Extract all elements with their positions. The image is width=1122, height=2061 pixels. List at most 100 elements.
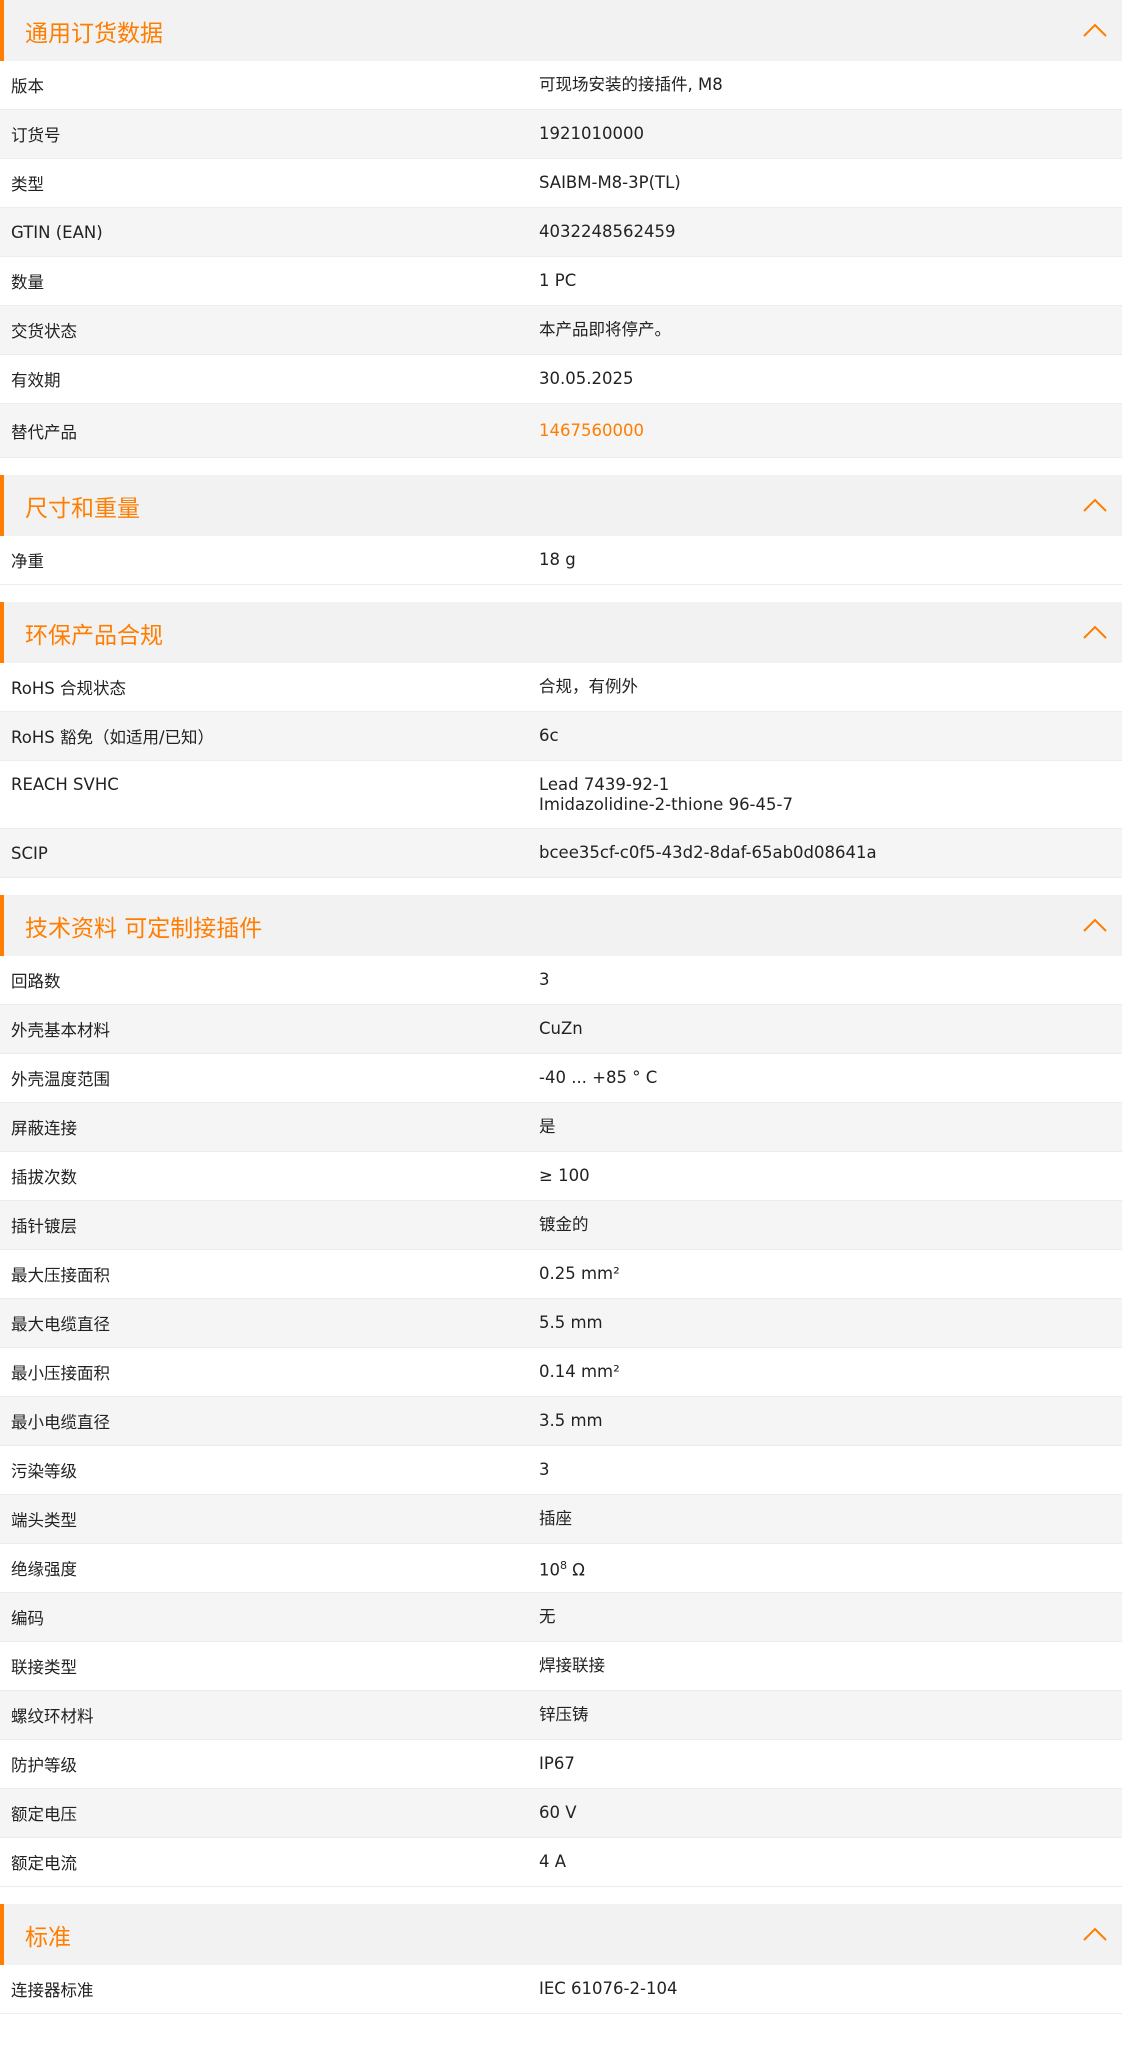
table-row: 净重 18 g bbox=[0, 536, 1122, 585]
section-header-environment[interactable]: 环保产品合规 bbox=[0, 602, 1122, 663]
table-row: 回路数 3 bbox=[0, 956, 1122, 1005]
section-technical-data: 技术资料 可定制接插件 回路数 3 外壳基本材料 CuZn 外壳温度范围 -40 ..… bbox=[0, 895, 1122, 1887]
row-value: CuZn bbox=[539, 1019, 583, 1038]
table-row: 额定电流 4 A bbox=[0, 1838, 1122, 1887]
row-label: 版本 bbox=[11, 77, 44, 96]
section-title: 尺寸和重量 bbox=[25, 495, 140, 522]
row-label: 替代产品 bbox=[11, 422, 77, 442]
row-value: 3 bbox=[539, 1460, 550, 1479]
section-title: 标准 bbox=[25, 1924, 71, 1951]
chevron-up-icon[interactable] bbox=[1082, 1921, 1108, 1947]
row-value: 锌压铸 bbox=[539, 1705, 589, 1724]
section-environmental-compliance: 环保产品合规 RoHS 合规状态 合规，有例外 RoHS 豁免（如适用/已知） 6c… bbox=[0, 602, 1122, 878]
row-label: SCIP bbox=[11, 843, 48, 863]
row-value: 0.25 mm² bbox=[539, 1264, 620, 1283]
row-label: 额定电流 bbox=[11, 1854, 77, 1873]
row-label: 插拔次数 bbox=[11, 1168, 77, 1187]
row-value: 5.5 mm bbox=[539, 1313, 603, 1332]
row-label: 端头类型 bbox=[11, 1511, 77, 1530]
table-row: 交货状态 本产品即将停产。 bbox=[0, 306, 1122, 355]
table-row: 外壳基本材料 CuZn bbox=[0, 1005, 1122, 1054]
table-row: 最小电缆直径 3.5 mm bbox=[0, 1397, 1122, 1446]
table-row: 污染等级 3 bbox=[0, 1446, 1122, 1495]
chevron-up-icon[interactable] bbox=[1082, 912, 1108, 938]
row-label: 外壳温度范围 bbox=[11, 1070, 110, 1089]
table-row: 有效期 30.05.2025 bbox=[0, 355, 1122, 404]
section-standards: 标准 连接器标准 IEC 61076-2-104 bbox=[0, 1904, 1122, 2014]
section-dimensions-weight: 尺寸和重量 净重 18 g bbox=[0, 475, 1122, 585]
table-row: RoHS 豁免（如适用/已知） 6c bbox=[0, 712, 1122, 761]
section-header-dimensions[interactable]: 尺寸和重量 bbox=[0, 475, 1122, 536]
row-label: 外壳基本材料 bbox=[11, 1021, 110, 1040]
value-base: 10 bbox=[539, 1560, 560, 1580]
row-label: 类型 bbox=[11, 175, 44, 194]
row-value: 60 V bbox=[539, 1803, 577, 1822]
row-value: 0.14 mm² bbox=[539, 1362, 620, 1381]
section-title: 通用订货数据 bbox=[25, 20, 163, 47]
section-header-general[interactable]: 通用订货数据 bbox=[0, 0, 1122, 61]
row-value: 1 PC bbox=[539, 271, 577, 290]
row-label: REACH SVHC bbox=[11, 775, 119, 794]
table-row: 替代产品 1467560000 bbox=[0, 404, 1122, 458]
section-header-standards[interactable]: 标准 bbox=[0, 1904, 1122, 1965]
table-row: 插针镀层 镀金的 bbox=[0, 1201, 1122, 1250]
row-label: 最大压接面积 bbox=[11, 1266, 110, 1285]
row-label: 插针镀层 bbox=[11, 1217, 77, 1236]
row-value: 焊接联接 bbox=[539, 1656, 605, 1675]
replacement-product-link[interactable]: 1467560000 bbox=[539, 421, 1122, 441]
table-row: 连接器标准 IEC 61076-2-104 bbox=[0, 1965, 1122, 2014]
row-value: bcee35cf-c0f5-43d2-8daf-65ab0d08641a bbox=[539, 843, 877, 862]
row-value-line: Imidazolidine-2-thione 96-45-7 bbox=[539, 795, 793, 814]
value-unit: Ω bbox=[567, 1560, 585, 1580]
row-label: 联接类型 bbox=[11, 1658, 77, 1677]
row-value: 108 Ω bbox=[539, 1556, 1122, 1581]
table-row: 屏蔽连接 是 bbox=[0, 1103, 1122, 1152]
section-title: 环保产品合规 bbox=[25, 622, 163, 649]
row-label: 数量 bbox=[11, 273, 44, 292]
row-label: RoHS 合规状态 bbox=[11, 679, 126, 698]
row-value: 3 bbox=[539, 970, 550, 989]
row-value: ≥ 100 bbox=[539, 1166, 590, 1185]
chevron-up-icon[interactable] bbox=[1082, 17, 1108, 43]
row-label: 连接器标准 bbox=[11, 1981, 94, 2000]
table-row: 版本 可现场安装的接插件, M8 bbox=[0, 61, 1122, 110]
table-row: 额定电压 60 V bbox=[0, 1789, 1122, 1838]
row-label: 订货号 bbox=[11, 126, 61, 145]
chevron-up-icon[interactable] bbox=[1082, 619, 1108, 645]
row-label: 屏蔽连接 bbox=[11, 1119, 77, 1138]
row-value: 可现场安装的接插件, M8 bbox=[539, 75, 723, 94]
row-value: -40 ... +85 ° C bbox=[539, 1068, 658, 1087]
table-row: 数量 1 PC bbox=[0, 257, 1122, 306]
table-row: 最小压接面积 0.14 mm² bbox=[0, 1348, 1122, 1397]
row-label: 编码 bbox=[11, 1609, 44, 1628]
section-general-ordering-data: 通用订货数据 版本 可现场安装的接插件, M8 订货号 1921010000 类型 S… bbox=[0, 0, 1122, 458]
table-row: 端头类型 插座 bbox=[0, 1495, 1122, 1544]
chevron-up-icon[interactable] bbox=[1082, 492, 1108, 518]
row-value: 镀金的 bbox=[539, 1215, 589, 1234]
table-row: 联接类型 焊接联接 bbox=[0, 1642, 1122, 1691]
section-header-technical[interactable]: 技术资料 可定制接插件 bbox=[0, 895, 1122, 956]
row-label: RoHS 豁免（如适用/已知） bbox=[11, 728, 215, 747]
row-label: 交货状态 bbox=[11, 322, 77, 341]
row-value: 是 bbox=[539, 1117, 556, 1136]
row-value: 3.5 mm bbox=[539, 1411, 603, 1430]
table-row: 最大压接面积 0.25 mm² bbox=[0, 1250, 1122, 1299]
row-value: IP67 bbox=[539, 1754, 575, 1773]
table-row: 绝缘强度 108 Ω bbox=[0, 1544, 1122, 1593]
table-row: 类型 SAIBM-M8-3P(TL) bbox=[0, 159, 1122, 208]
row-label: 有效期 bbox=[11, 371, 61, 390]
table-row: 插拔次数 ≥ 100 bbox=[0, 1152, 1122, 1201]
row-label: 绝缘强度 bbox=[11, 1560, 77, 1579]
row-value: 30.05.2025 bbox=[539, 369, 634, 388]
table-row: GTIN (EAN) 4032248562459 bbox=[0, 208, 1122, 257]
row-value: Lead 7439-92-1 Imidazolidine-2-thione 96-… bbox=[539, 775, 1122, 815]
row-value: 6c bbox=[539, 726, 559, 745]
table-row: 最大电缆直径 5.5 mm bbox=[0, 1299, 1122, 1348]
row-value: 合规，有例外 bbox=[539, 677, 638, 696]
row-label: 最小电缆直径 bbox=[11, 1413, 110, 1432]
row-label: 污染等级 bbox=[11, 1462, 77, 1481]
row-label: 净重 bbox=[11, 552, 44, 571]
table-row: 防护等级 IP67 bbox=[0, 1740, 1122, 1789]
table-row: REACH SVHC Lead 7439-92-1 Imidazolidine-2-… bbox=[0, 761, 1122, 829]
row-label: 额定电压 bbox=[11, 1805, 77, 1824]
